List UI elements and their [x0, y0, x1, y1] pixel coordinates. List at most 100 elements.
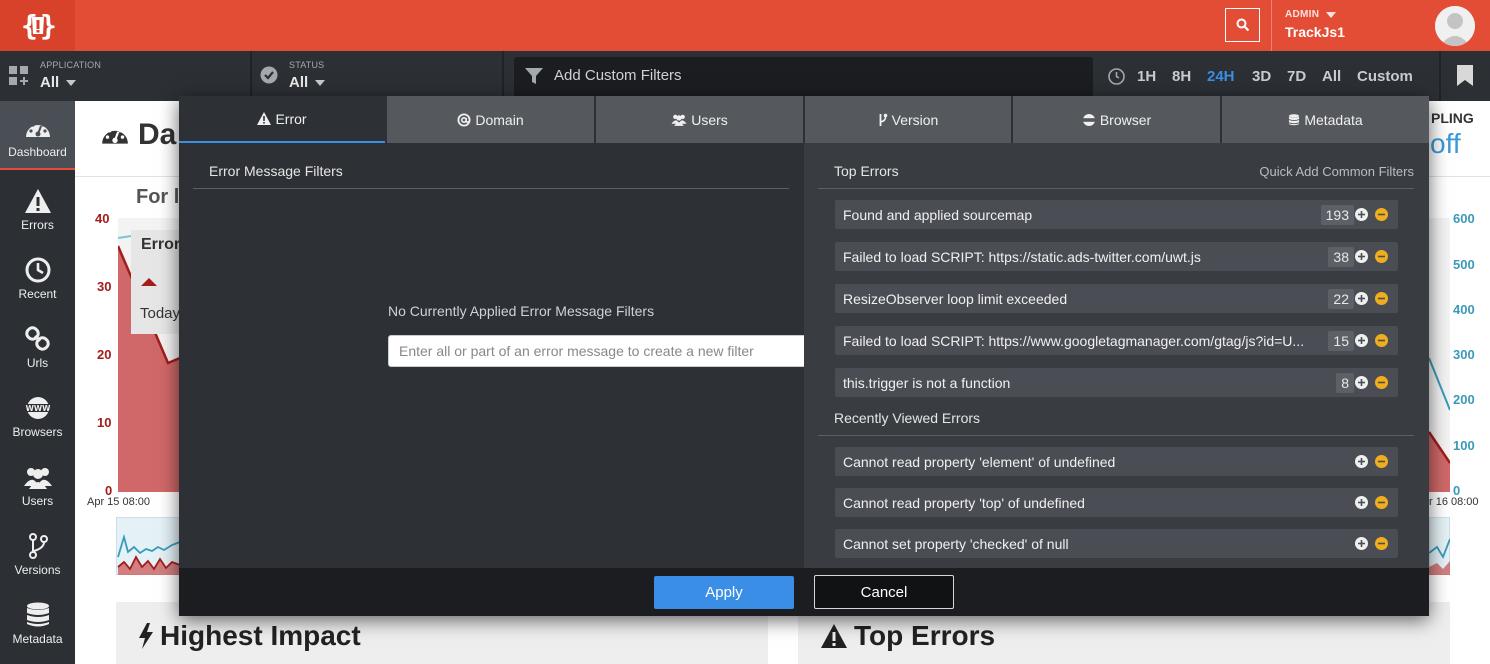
tab-metadata[interactable]: Metadata: [1222, 96, 1429, 143]
application-value[interactable]: All: [40, 74, 59, 91]
error-count-badge: 22: [1328, 289, 1354, 309]
status-value[interactable]: All: [289, 74, 308, 91]
add-filter-icon[interactable]: [1355, 496, 1368, 509]
exclude-filter-icon[interactable]: [1375, 334, 1388, 347]
sidebar-item-urls[interactable]: Urls: [0, 310, 75, 379]
sidebar-item-label: Users: [21, 494, 54, 508]
sidebar-item-label: Browsers: [12, 425, 63, 439]
tab-browser[interactable]: Browser: [1013, 96, 1220, 143]
exclude-filter-icon[interactable]: [1375, 376, 1388, 389]
top-error-row[interactable]: ResizeObserver loop limit exceeded 22: [835, 284, 1398, 313]
page-title: Da: [100, 118, 176, 152]
sampling-label: PLING: [1431, 110, 1474, 126]
add-filter-icon[interactable]: [1355, 455, 1368, 468]
top-error-row[interactable]: this.trigger is not a function 8: [835, 368, 1398, 397]
custom-filter-label: Add Custom Filters: [554, 67, 682, 84]
modal-footer: Apply Cancel: [179, 568, 1429, 616]
bookmark-icon: [1457, 65, 1473, 86]
add-filter-icon[interactable]: [1355, 334, 1368, 347]
exclude-filter-icon[interactable]: [1375, 250, 1388, 263]
divider: [502, 51, 504, 101]
sidebar-item-dashboard[interactable]: Dashboard: [0, 101, 75, 170]
right-axis-tick: 600: [1453, 211, 1475, 226]
highest-impact-text: Highest Impact: [160, 620, 361, 651]
time-range-1h[interactable]: 1H: [1137, 68, 1156, 85]
exclude-filter-icon[interactable]: [1375, 292, 1388, 305]
branch-icon: [28, 533, 48, 559]
divider: [193, 188, 789, 189]
chart-card-today: Today: [140, 305, 180, 322]
add-filter-icon[interactable]: [1355, 208, 1368, 221]
tab-users[interactable]: Users: [596, 96, 803, 143]
status-selector[interactable]: STATUS All: [252, 51, 502, 101]
left-axis-tick: 10: [97, 415, 112, 430]
page-title-text: Da: [138, 118, 177, 151]
recent-error-row[interactable]: Cannot set property 'checked' of null: [835, 529, 1398, 558]
add-filter-icon[interactable]: [1355, 376, 1368, 389]
sidebar-item-versions[interactable]: Versions: [0, 517, 75, 586]
add-filter-icon[interactable]: [1355, 292, 1368, 305]
dashboard-gauge-icon: [102, 125, 128, 144]
time-range-3d[interactable]: 3D: [1252, 68, 1271, 85]
tab-label: Domain: [475, 111, 524, 128]
tab-domain[interactable]: Domain: [387, 96, 594, 143]
recent-error-row[interactable]: Cannot read property 'element' of undefi…: [835, 447, 1398, 476]
sampling-value[interactable]: off: [1430, 128, 1461, 160]
error-count-badge: 193: [1320, 205, 1354, 225]
chevron-down-icon[interactable]: [1326, 12, 1336, 18]
recent-error-row[interactable]: Cannot read property 'top' of undefined: [835, 488, 1398, 517]
sidebar-item-metadata[interactable]: Metadata: [0, 586, 75, 655]
cancel-button[interactable]: Cancel: [814, 575, 954, 609]
top-error-row[interactable]: Failed to load SCRIPT: https://www.googl…: [835, 326, 1398, 355]
top-divider: [1271, 0, 1272, 51]
trackjs-logo[interactable]: { }: [0, 0, 75, 51]
users-icon: [23, 468, 52, 489]
status-label: STATUS: [289, 60, 325, 70]
check-circle-icon: [260, 66, 278, 84]
time-range-7d[interactable]: 7D: [1287, 68, 1306, 85]
exclude-filter-icon[interactable]: [1375, 208, 1388, 221]
tab-error[interactable]: Error: [179, 96, 385, 143]
exclude-filter-icon[interactable]: [1375, 455, 1388, 468]
user-name[interactable]: TrackJs1: [1285, 24, 1345, 40]
right-axis-tick: 300: [1453, 347, 1475, 362]
sidebar-item-recent[interactable]: Recent: [0, 241, 75, 310]
sidebar-item-errors[interactable]: Errors: [0, 172, 75, 241]
left-axis-tick: 30: [97, 279, 112, 294]
bookmark-button[interactable]: [1439, 51, 1490, 101]
dashboard-gauge-icon: [25, 120, 50, 137]
overview-minichart-right: [1429, 517, 1450, 575]
add-filter-icon[interactable]: [1355, 250, 1368, 263]
apply-button[interactable]: Apply: [654, 576, 794, 609]
chart-left-fragment: Error Today: [118, 218, 180, 492]
time-range-custom[interactable]: Custom: [1357, 68, 1413, 85]
top-error-row[interactable]: Failed to load SCRIPT: https://static.ad…: [835, 242, 1398, 271]
warning-triangle-icon: [821, 624, 847, 648]
tab-label: Metadata: [1304, 111, 1363, 128]
avatar[interactable]: [1435, 6, 1475, 46]
sidebar-item-browsers[interactable]: WWW Browsers: [0, 379, 75, 448]
sidebar-item-users[interactable]: Users: [0, 448, 75, 517]
users-icon: [671, 114, 687, 126]
sidebar-item-label: Metadata: [12, 632, 63, 646]
tab-label: Version: [891, 111, 939, 128]
time-range-24h[interactable]: 24H: [1207, 68, 1235, 85]
tab-label: Browser: [1099, 111, 1152, 128]
admin-dropdown-label[interactable]: ADMIN: [1285, 9, 1319, 20]
top-bar: { } ADMIN TrackJs1: [0, 0, 1490, 51]
add-filter-icon[interactable]: [1355, 537, 1368, 550]
error-message-filters-title: Error Message Filters: [209, 163, 343, 179]
top-error-row[interactable]: Found and applied sourcemap 193: [835, 200, 1398, 229]
error-count-badge: 38: [1328, 247, 1354, 267]
time-range-8h[interactable]: 8H: [1172, 68, 1191, 85]
tab-version[interactable]: Version: [805, 96, 1011, 143]
quick-add-common-filters: Quick Add Common Filters: [1259, 164, 1414, 179]
error-message: ResizeObserver loop limit exceeded: [843, 291, 1068, 307]
exclude-filter-icon[interactable]: [1375, 496, 1388, 509]
search-button[interactable]: [1225, 8, 1260, 42]
apps-grid-icon: [9, 66, 28, 85]
tab-label: Error: [275, 110, 307, 127]
exclude-filter-icon[interactable]: [1375, 537, 1388, 550]
application-selector[interactable]: APPLICATION All: [0, 51, 250, 101]
time-range-all[interactable]: All: [1322, 68, 1341, 85]
